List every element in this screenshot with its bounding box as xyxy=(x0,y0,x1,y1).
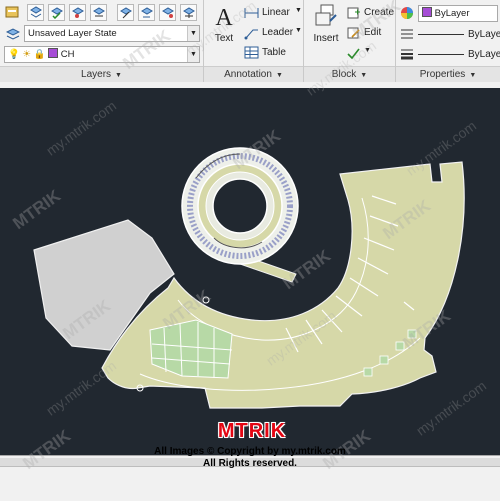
leader-button[interactable]: Leader ▼ xyxy=(244,25,302,41)
ribbon: Unsaved Layer State ▼ 💡 ☀ 🔒 CH ▼ Layers ▼… xyxy=(0,0,500,83)
linear-label: Linear xyxy=(262,7,290,18)
chevron-down-icon: ▼ xyxy=(275,72,283,79)
layers-panel: Unsaved Layer State ▼ 💡 ☀ 🔒 CH ▼ Layers ▼ xyxy=(0,0,204,82)
linear-dimension-icon xyxy=(244,8,259,18)
layers-panel-title[interactable]: Layers ▼ xyxy=(0,66,203,82)
color-value: ByLayer xyxy=(434,8,470,19)
copyright-line-1: All Images © Copyright by my.mtrik.com xyxy=(154,446,346,457)
leader-icon xyxy=(244,29,258,40)
layer-tool-6-button[interactable] xyxy=(138,4,155,21)
lineweight-line xyxy=(418,54,464,55)
drawing-canvas[interactable] xyxy=(0,88,500,455)
layer-walk-icon xyxy=(72,7,84,18)
color-dropdown[interactable]: ByLayer xyxy=(418,5,498,22)
layer-previous-icon xyxy=(141,7,153,18)
properties-panel-title-text: Properties xyxy=(419,69,466,80)
lineweight-icon xyxy=(400,47,414,61)
layer-dropdown[interactable]: 💡 ☀ 🔒 CH ▼ xyxy=(4,46,200,63)
circular-tower xyxy=(181,147,299,265)
text-icon: A xyxy=(215,5,233,31)
block-panel: Insert Create Edit ▼ Block ▼ xyxy=(304,0,396,82)
floor-plan-drawing xyxy=(33,147,465,409)
layer-tool-5-button[interactable] xyxy=(117,4,134,21)
edit-label: Edit xyxy=(364,27,382,38)
layer-state-value: Unsaved Layer State xyxy=(28,28,117,39)
linetype-icon xyxy=(400,27,414,41)
lineweight-dropdown[interactable]: ByLayer xyxy=(418,47,500,63)
layer-color-swatch xyxy=(48,48,59,58)
layer-state-icon xyxy=(5,27,20,40)
color-wheel-icon xyxy=(401,7,413,19)
block-attribute-button[interactable]: ▼ xyxy=(346,45,376,61)
properties-panel: ByLayer ByLayer ByLayer Properties▼ xyxy=(396,0,500,82)
sun-icon: ☀ xyxy=(22,49,32,60)
mtrik-logo: MTRIK xyxy=(212,420,292,444)
layer-tool-3-button[interactable] xyxy=(69,4,86,21)
table-label: Table xyxy=(262,47,286,58)
create-label: Create xyxy=(364,7,395,18)
block-panel-title[interactable]: Block ▼ xyxy=(304,66,395,82)
leader-label: Leader xyxy=(262,27,294,38)
table-button[interactable]: Table xyxy=(244,45,302,61)
copyright-line-2: All Rights reserved. xyxy=(203,458,297,469)
linetype-value: ByLayer xyxy=(468,29,500,40)
layer-state-dropdown[interactable]: Unsaved Layer State ▼ xyxy=(24,25,200,42)
chevron-down-icon: ▼ xyxy=(115,72,122,79)
lock-icon: 🔒 xyxy=(33,49,46,60)
annotation-panel-title-text: Annotation xyxy=(224,69,272,80)
layer-tool-2-button[interactable] xyxy=(48,4,65,21)
layer-properties-icon xyxy=(5,6,18,18)
block-attribute-icon xyxy=(347,48,360,60)
layer-tool-7-button[interactable] xyxy=(159,4,176,21)
layer-merge-icon xyxy=(162,7,174,18)
text-button-label: Text xyxy=(214,33,234,44)
insert-button[interactable]: Insert xyxy=(307,3,345,51)
text-button[interactable]: A Text xyxy=(207,3,241,51)
lineweight-value: ByLayer xyxy=(468,49,500,60)
chevron-down-icon: ▼ xyxy=(187,26,199,41)
insert-label: Insert xyxy=(313,33,339,44)
lightbulb-icon: 💡 xyxy=(8,49,20,60)
layers-panel-title-text: Layers xyxy=(81,69,112,80)
logo-text: MTRIK xyxy=(217,420,287,442)
layer-tool-8-button[interactable] xyxy=(180,4,197,21)
annotation-panel-title[interactable]: Annotation ▼ xyxy=(204,66,303,82)
copyright-notice: All Images © Copyright by my.mtrik.com A… xyxy=(110,446,390,470)
edit-block-icon xyxy=(347,27,360,39)
insert-block-icon xyxy=(315,4,337,26)
autocad-window: Unsaved Layer State ▼ 💡 ☀ 🔒 CH ▼ Layers ▼… xyxy=(0,0,500,501)
linetype-line xyxy=(418,34,464,35)
block-panel-title-text: Block xyxy=(331,69,357,80)
layer-freeze-icon xyxy=(183,7,195,18)
edit-block-button[interactable]: Edit xyxy=(346,25,396,41)
chevron-down-icon: ▼ xyxy=(187,47,199,62)
create-block-icon xyxy=(347,7,360,19)
layer-tool-4-button[interactable] xyxy=(90,4,107,21)
layer-state-icon-button[interactable] xyxy=(4,25,21,42)
chevron-down-icon: ▼ xyxy=(364,47,371,54)
layer-check-icon xyxy=(51,7,63,19)
create-block-button[interactable]: Create xyxy=(346,5,396,21)
chevron-down-icon: ▼ xyxy=(295,27,302,34)
table-icon xyxy=(244,46,259,59)
chevron-down-icon: ▼ xyxy=(469,72,477,79)
layer-properties-button[interactable] xyxy=(4,4,20,21)
layer-isolate-icon xyxy=(93,7,105,17)
annotation-panel: A Text Linear ▼ Leader ▼ Table Annotatio… xyxy=(204,0,304,82)
layer-stack-icon xyxy=(30,6,42,18)
current-layer-name: CH xyxy=(60,49,75,60)
chevron-down-icon: ▼ xyxy=(295,7,302,14)
chevron-down-icon: ▼ xyxy=(360,72,368,79)
color-swatch xyxy=(422,7,432,17)
layer-tool-1-button[interactable] xyxy=(27,4,44,21)
color-picker-button[interactable] xyxy=(400,6,414,20)
linetype-dropdown[interactable]: ByLayer xyxy=(418,27,500,43)
layer-match-icon xyxy=(120,7,132,19)
properties-panel-title[interactable]: Properties ▼ xyxy=(396,66,500,82)
linear-button[interactable]: Linear ▼ xyxy=(244,5,302,21)
